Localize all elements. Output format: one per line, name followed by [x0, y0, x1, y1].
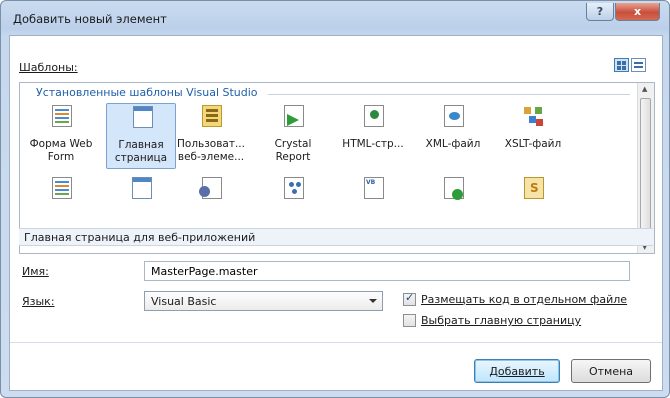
add-button[interactable]: Добавить [474, 359, 560, 383]
xml-schema-icon [444, 177, 464, 200]
templates-label: Шаблоны: [19, 61, 78, 74]
web-form-icon [52, 105, 72, 127]
template-item[interactable] [418, 175, 488, 209]
select-master-label[interactable]: Выбрать главную страницу [421, 314, 581, 327]
template-caption: Crystal Report [274, 138, 312, 163]
language-select[interactable]: Visual Basic [144, 291, 383, 311]
template-description: Главная страница для веб-приложений [19, 228, 653, 246]
add-new-item-dialog: Добавить новый элемент ? x Шаблоны: Уста… [0, 0, 670, 398]
template-caption: Пользоват... веб-элеме... [177, 138, 245, 163]
template-web-form[interactable]: Форма Web Form [26, 103, 96, 169]
cancel-button[interactable]: Отмена [571, 359, 651, 383]
large-icons-view-icon[interactable] [614, 58, 629, 72]
separate-code-label[interactable]: Размещать код в отдельном файле [421, 293, 627, 306]
template-item[interactable] [338, 175, 408, 209]
template-html-page[interactable]: HTML-стр... [338, 103, 408, 169]
template-caption: HTML-стр... [342, 138, 404, 150]
cancel-button-label: Отмена [588, 364, 634, 378]
template-xslt-file[interactable]: XSLT-файл [498, 103, 568, 169]
select-master-checkbox[interactable] [403, 314, 416, 327]
footer-divider [10, 342, 662, 343]
html-page-icon [364, 105, 384, 127]
people-icon [284, 177, 304, 199]
skin-file-icon [524, 177, 544, 199]
master-page-icon [132, 177, 152, 199]
template-caption: XML-файл [425, 138, 481, 150]
dialog-body: Шаблоны: Установленные шаблоны Visual St… [9, 35, 663, 391]
user-control-icon [202, 105, 222, 127]
template-caption: Главная страница [114, 139, 168, 164]
language-label: Язык: [22, 295, 55, 308]
class-gear-icon [199, 177, 222, 199]
group-divider [268, 94, 630, 95]
add-button-label: Добавить [489, 364, 545, 378]
xml-file-icon [444, 105, 464, 127]
language-value: Visual Basic [151, 295, 217, 308]
template-caption: XSLT-файл [504, 138, 562, 150]
small-icons-view-icon[interactable] [631, 58, 646, 72]
scroll-thumb[interactable] [640, 98, 651, 230]
help-button[interactable]: ? [586, 3, 614, 21]
template-item[interactable] [258, 175, 328, 209]
name-field[interactable] [144, 261, 630, 281]
template-user-control[interactable]: Пользоват... веб-элеме... [176, 103, 246, 169]
name-label: Имя: [22, 265, 49, 278]
title-bar[interactable]: Добавить новый элемент ? x [1, 1, 669, 35]
template-item[interactable] [498, 175, 568, 209]
template-item[interactable] [26, 175, 96, 209]
xslt-file-icon [524, 105, 544, 127]
template-item[interactable] [176, 175, 246, 209]
close-button[interactable]: x [615, 3, 660, 21]
template-master-page[interactable]: Главная страница [106, 103, 176, 169]
master-page-icon [133, 106, 153, 128]
separate-code-checkbox[interactable] [403, 291, 416, 306]
description-text: Главная страница для веб-приложений [24, 231, 256, 244]
template-xml-file[interactable]: XML-файл [418, 103, 488, 169]
group-header: Установленные шаблоны Visual Studio [36, 86, 258, 99]
template-item[interactable] [106, 175, 176, 209]
web-form-icon [52, 177, 72, 199]
chevron-down-icon [369, 299, 377, 303]
vb-file-icon [364, 177, 384, 199]
dialog-title: Добавить новый элемент [13, 12, 167, 26]
name-input[interactable] [145, 262, 629, 280]
crystal-report-icon [284, 105, 304, 127]
template-caption: Форма Web Form [29, 138, 93, 163]
scroll-up-icon[interactable]: ▲ [642, 85, 647, 93]
template-crystal-report[interactable]: Crystal Report [258, 103, 328, 169]
